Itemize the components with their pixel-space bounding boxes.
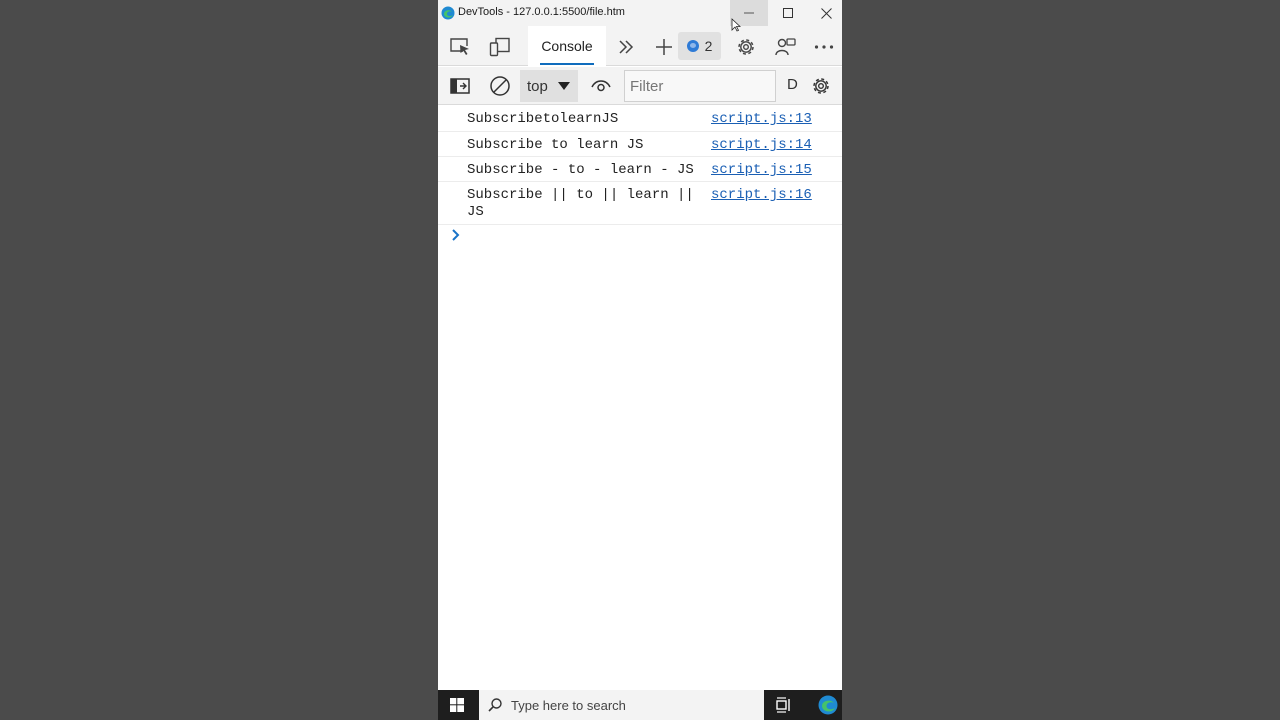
tab-console-label: Console <box>541 38 593 54</box>
source-link[interactable]: script.js:15 <box>711 162 812 179</box>
log-levels-dropdown[interactable]: D <box>787 76 798 93</box>
console-message-text: Subscribe to learn JS <box>467 137 644 153</box>
filter-input[interactable] <box>624 70 776 102</box>
console-settings-button[interactable] <box>808 73 834 99</box>
mouse-cursor-icon <box>731 18 741 32</box>
more-options-button[interactable] <box>811 34 837 60</box>
minimize-icon <box>744 12 754 14</box>
source-link[interactable]: script.js:16 <box>711 187 812 204</box>
show-sidebar-button[interactable] <box>447 73 473 99</box>
active-tab-indicator <box>540 63 594 65</box>
source-link[interactable]: script.js:13 <box>711 111 812 128</box>
windows-start-icon[interactable] <box>450 698 464 712</box>
double-chevron-right-icon <box>619 40 634 54</box>
window-title: DevTools - 127.0.0.1:5500/file.htm <box>458 6 625 18</box>
console-message-text: Subscribe || to || learn || JS <box>467 187 694 220</box>
execution-context-value: top <box>527 77 548 95</box>
devtools-tabs-bar: Console 2 <box>438 26 842 66</box>
live-expression-button[interactable] <box>588 73 614 99</box>
devtools-window: DevTools - 127.0.0.1:5500/file.htm Conso… <box>438 0 842 690</box>
inspect-icon <box>450 38 469 55</box>
taskbar-search-box[interactable]: Type here to search <box>479 690 764 720</box>
clear-circle-icon <box>490 76 510 96</box>
close-icon <box>820 7 832 19</box>
issues-icon <box>686 40 699 52</box>
console-message: Subscribe - to - learn - JS script.js:15 <box>438 157 842 182</box>
settings-button[interactable] <box>733 34 759 60</box>
clear-console-button[interactable] <box>487 73 513 99</box>
inspect-element-button[interactable] <box>447 34 473 60</box>
taskbar-search-placeholder: Type here to search <box>511 698 626 713</box>
close-button[interactable] <box>807 0 845 26</box>
sidebar-toggle-icon <box>450 78 470 94</box>
windows-taskbar: Type here to search <box>438 690 842 720</box>
source-link[interactable]: script.js:14 <box>711 137 812 154</box>
device-toolbar-icon <box>489 37 510 57</box>
add-tab-button[interactable] <box>651 34 677 60</box>
feedback-button[interactable] <box>773 34 799 60</box>
console-toolbar: top D <box>438 67 842 105</box>
plus-icon <box>656 39 672 55</box>
more-tabs-button[interactable] <box>613 34 639 60</box>
maximize-icon <box>783 8 793 18</box>
edge-devtools-icon <box>441 6 455 20</box>
console-message: Subscribe to learn JS script.js:14 <box>438 132 842 157</box>
dropdown-arrow-icon <box>558 82 570 90</box>
execution-context-select[interactable]: top <box>520 70 578 102</box>
maximize-button[interactable] <box>769 0 807 26</box>
issues-count: 2 <box>704 38 713 54</box>
console-message: Subscribe || to || learn || JS script.js… <box>438 182 842 225</box>
feedback-people-icon <box>775 38 796 56</box>
task-view-icon[interactable] <box>776 697 792 713</box>
tab-console[interactable]: Console <box>528 26 606 66</box>
console-prompt-chevron-icon[interactable] <box>451 229 461 241</box>
search-icon <box>488 698 502 712</box>
console-message: SubscribetolearnJS script.js:13 <box>438 106 842 132</box>
edge-browser-icon[interactable] <box>818 695 838 715</box>
console-message-text: SubscribetolearnJS <box>467 111 619 127</box>
issues-counter[interactable]: 2 <box>678 32 721 60</box>
eye-icon <box>591 80 611 92</box>
gear-icon <box>813 78 829 94</box>
device-emulation-button[interactable] <box>487 34 513 60</box>
console-messages: SubscribetolearnJS script.js:13 Subscrib… <box>438 106 842 241</box>
console-message-text: Subscribe - to - learn - JS <box>467 162 694 178</box>
ellipsis-icon <box>814 45 834 49</box>
title-bar: DevTools - 127.0.0.1:5500/file.htm <box>438 0 842 26</box>
gear-icon <box>738 39 754 55</box>
